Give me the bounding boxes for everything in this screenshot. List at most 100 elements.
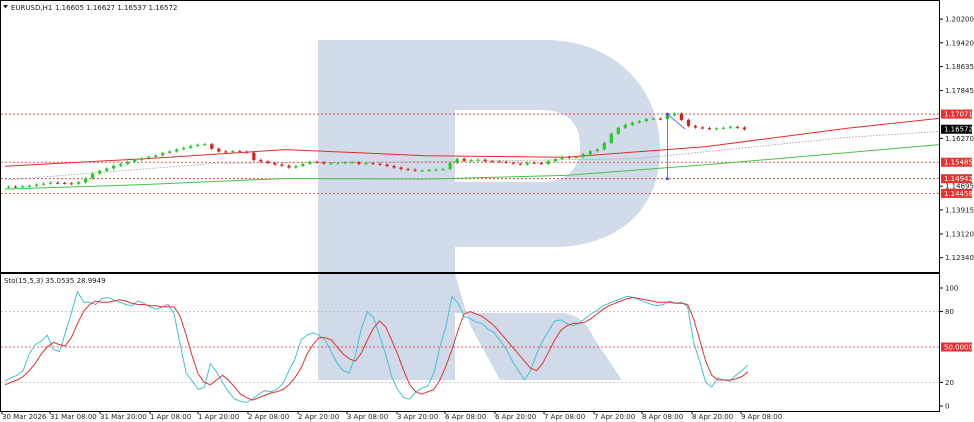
candle-body <box>420 170 424 172</box>
candle-body <box>287 165 291 168</box>
price-chart[interactable]: 1.202001.194201.186351.178451.162701.146… <box>0 0 974 422</box>
candle-body <box>406 169 410 171</box>
price-level-tag-label: 1.17071 <box>944 111 973 119</box>
candle-body <box>175 149 179 152</box>
candle-body <box>350 162 354 164</box>
price-tick-label: 1.19420 <box>945 39 974 47</box>
time-tick-label: 6 Apr 08:00 <box>445 413 486 421</box>
candle-body <box>469 159 473 161</box>
candle-body <box>84 178 88 183</box>
candle-body <box>609 133 613 143</box>
candle-body <box>658 118 662 120</box>
candle-body <box>546 161 550 164</box>
candle-body <box>154 155 158 157</box>
candle-body <box>224 151 228 153</box>
candle-body <box>76 182 81 184</box>
candle-body <box>441 169 445 171</box>
price-level-tag-label: 1.15485 <box>944 159 973 167</box>
oscillator-tick-label: 50.0000 <box>944 344 973 352</box>
candle-body <box>679 113 684 120</box>
candle-body <box>539 162 543 164</box>
candle-body <box>560 156 564 160</box>
candle-body <box>651 118 655 120</box>
candle-body <box>301 163 305 167</box>
candle-body <box>497 161 501 163</box>
price-level-tag-label: 1.14458 <box>944 190 973 198</box>
time-tick-label: 31 Mar 20:00 <box>100 413 147 421</box>
candle-body <box>399 167 403 170</box>
chart-window: 1.20200 1.19420 1.18635 1.17845 1.16270 1.146… <box>0 0 974 422</box>
candle-body <box>217 148 221 152</box>
candle-body <box>62 183 67 185</box>
candle-body <box>532 162 536 164</box>
candle-body <box>252 152 256 160</box>
time-tick-label: 30 Mar 2026 <box>2 413 47 421</box>
ohlc-label: 1.16605 1.16627 1.16537 1.16572 <box>55 4 177 12</box>
oscillator-label: Sto(15,5,3) 35.0535 28.9949 <box>4 277 106 285</box>
candle-body <box>553 159 557 162</box>
candle-body <box>329 163 333 165</box>
candle-body <box>735 126 740 128</box>
candle-body <box>700 127 705 129</box>
candle-body <box>161 152 165 156</box>
forecast-point <box>665 177 669 181</box>
candle-body <box>343 162 347 164</box>
time-tick-label: 7 Apr 08:00 <box>544 413 585 421</box>
candle-body <box>602 142 606 150</box>
time-tick-label: 31 Mar 08:00 <box>50 413 97 421</box>
candle-body <box>273 162 277 165</box>
candle-body <box>13 186 18 188</box>
time-tick-label: 3 Apr 20:00 <box>397 413 438 421</box>
candle-body <box>483 159 487 162</box>
time-tick-label: 3 Apr 08:00 <box>347 413 388 421</box>
time-tick-label: 1 Apr 08:00 <box>150 413 191 421</box>
price-tick-label: 1.13120 <box>945 231 974 239</box>
candle-body <box>259 159 263 162</box>
time-tick-label: 6 Apr 20:00 <box>495 413 536 421</box>
candle-body <box>91 173 95 179</box>
candle-body <box>490 161 494 163</box>
candle-body <box>168 151 172 153</box>
candle-body <box>518 163 522 165</box>
candle-body <box>630 122 634 125</box>
time-tick-label: 8 Apr 20:00 <box>692 413 733 421</box>
price-tick-label: 1.16270 <box>945 135 974 143</box>
candle-body <box>189 145 193 148</box>
price-level-tag-label: 1.14942 <box>944 175 973 183</box>
candle-body <box>714 128 719 130</box>
candle-body <box>455 158 459 163</box>
candle-body <box>574 156 578 158</box>
candle-body <box>210 144 214 149</box>
price-tick-label: 1.12340 <box>945 254 974 262</box>
current-price-label: 1.16572 <box>944 126 973 134</box>
time-tick-label: 2 Apr 08:00 <box>248 413 289 421</box>
candle-body <box>364 163 368 165</box>
candle-body <box>637 121 641 123</box>
candle-body <box>238 151 242 153</box>
time-tick-label: 9 Apr 08:00 <box>741 413 782 421</box>
candle-body <box>686 119 691 126</box>
candle-body <box>41 183 46 185</box>
candle-body <box>623 124 627 128</box>
candle <box>686 118 691 128</box>
candle-body <box>322 162 326 164</box>
candle <box>616 126 620 136</box>
candle-body <box>525 162 529 165</box>
candle-body <box>203 144 207 146</box>
candle-body <box>55 182 60 184</box>
candle-body <box>721 127 726 129</box>
candle-body <box>182 147 186 150</box>
candle-body <box>742 127 747 130</box>
candle-body <box>707 128 712 130</box>
oscillator-tick-label: 100 <box>945 285 958 293</box>
candle-body <box>616 127 620 134</box>
candle-body <box>6 186 11 188</box>
candle-body <box>728 126 733 128</box>
price-tick-label: 1.13915 <box>945 206 974 214</box>
price-tick-label: 1.18635 <box>945 63 974 71</box>
candle-body <box>392 166 396 168</box>
candle-body <box>20 186 25 188</box>
candle-body <box>588 151 592 155</box>
candle-body <box>378 163 382 165</box>
time-tick-label: 7 Apr 20:00 <box>594 413 635 421</box>
